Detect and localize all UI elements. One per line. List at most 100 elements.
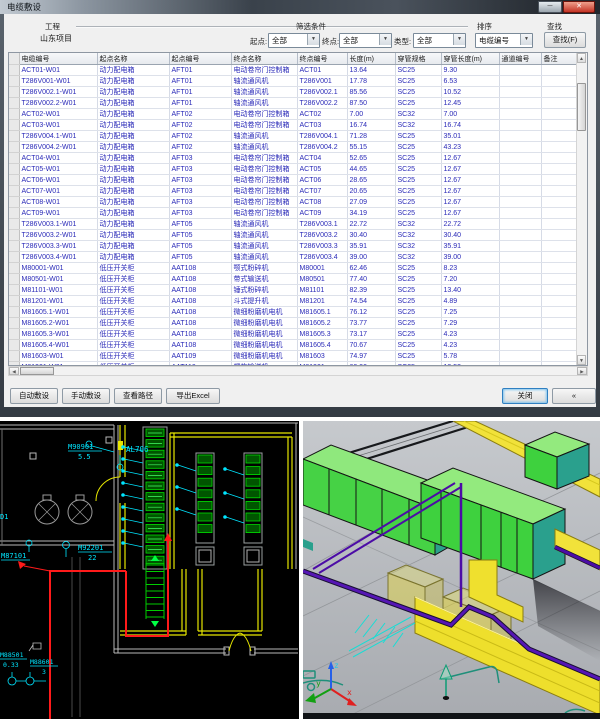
table-row[interactable]: M81605.3-W01 低压开关柜 AAT108 微细粉磨机电机 M81605…: [9, 329, 579, 340]
table-row[interactable]: ACT06-W01 动力配电箱 AFT03 电动卷帘门控制箱 ACT06 28.…: [9, 175, 579, 186]
table-row[interactable]: M81605.2-W01 低压开关柜 AAT108 微细粉磨机电机 M81605…: [9, 318, 579, 329]
row-selector[interactable]: [9, 252, 19, 263]
vertical-scroll-thumb[interactable]: [577, 83, 586, 131]
row-selector[interactable]: [9, 153, 19, 164]
row-selector[interactable]: [9, 296, 19, 307]
horizontal-scroll-thumb[interactable]: [20, 367, 54, 375]
row-selector[interactable]: [9, 318, 19, 329]
export-excel-button[interactable]: 导出Excel: [166, 388, 220, 404]
table-row[interactable]: T286V003.1-W01 动力配电箱 AFT05 轴流通风机 T286V00…: [9, 219, 579, 230]
table-row[interactable]: M80001-W01 低压开关柜 AAT108 颚式粉碎机 M80001 62.…: [9, 263, 579, 274]
column-header[interactable]: 通道编号: [499, 53, 541, 65]
column-header[interactable]: 电缆编号: [19, 53, 97, 65]
column-header[interactable]: 穿管长度(m): [441, 53, 499, 65]
column-header[interactable]: 穿管规格: [395, 53, 441, 65]
cell-channel: [499, 65, 541, 76]
table-row[interactable]: T286V003.4-W01 动力配电箱 AFT05 轴流通风机 T286V00…: [9, 252, 579, 263]
table-row[interactable]: T286V003.3-W01 动力配电箱 AFT05 轴流通风机 T286V00…: [9, 241, 579, 252]
table-row[interactable]: M81603-W01 低压开关柜 AAT109 微细粉磨机电机 M81603 7…: [9, 351, 579, 362]
table-row[interactable]: ACT02-W01 动力配电箱 AFT02 电动卷帘门控制箱 ACT02 7.0…: [9, 109, 579, 120]
plan-view-canvas[interactable]: M90901 5.5 AL706 M92201 22 M87101 D1 M88…: [0, 421, 299, 719]
row-selector[interactable]: [9, 351, 19, 362]
column-header[interactable]: 长度(m): [347, 53, 395, 65]
row-selector[interactable]: [9, 340, 19, 351]
table-row[interactable]: ACT04-W01 动力配电箱 AFT03 电动卷帘门控制箱 ACT04 52.…: [9, 153, 579, 164]
table-row[interactable]: M81605.1-W01 低压开关柜 AAT108 微细粉磨机电机 M81605…: [9, 307, 579, 318]
row-selector[interactable]: [9, 197, 19, 208]
close-button[interactable]: 关闭: [502, 388, 548, 404]
row-selector[interactable]: [9, 186, 19, 197]
cell-cable-no: ACT07-W01: [19, 186, 97, 197]
row-selector[interactable]: [9, 65, 19, 76]
row-selector[interactable]: [9, 175, 19, 186]
table-row[interactable]: M81605.4-W01 低压开关柜 AAT108 微细粉磨机电机 M81605…: [9, 340, 579, 351]
row-selector[interactable]: [9, 87, 19, 98]
row-selector[interactable]: [9, 120, 19, 131]
table-row[interactable]: ACT09-W01 动力配电箱 AFT03 电动卷帘门控制箱 ACT09 34.…: [9, 208, 579, 219]
sort-select[interactable]: 电缆编号 ▼: [475, 33, 533, 48]
view-path-button[interactable]: 查看路径: [114, 388, 162, 404]
scroll-right-icon[interactable]: ▶: [577, 367, 587, 375]
table-row[interactable]: T286V002.2-W01 动力配电箱 AFT01 轴流通风机 T286V00…: [9, 98, 579, 109]
row-selector[interactable]: [9, 307, 19, 318]
table-row[interactable]: T286V003.2-W01 动力配电箱 AFT05 轴流通风机 T286V00…: [9, 230, 579, 241]
table-row[interactable]: ACT08-W01 动力配电箱 AFT03 电动卷帘门控制箱 ACT08 27.…: [9, 197, 579, 208]
row-selector[interactable]: [9, 109, 19, 120]
row-selector[interactable]: [9, 219, 19, 230]
chevron-down-icon[interactable]: ▼: [453, 34, 465, 45]
vertical-scrollbar[interactable]: ▲ ▼: [576, 53, 587, 365]
row-selector[interactable]: [9, 329, 19, 340]
close-window-button[interactable]: ✕: [563, 1, 595, 13]
end-point-select[interactable]: 全部 ▼: [339, 33, 392, 48]
column-header[interactable]: 终点名称: [231, 53, 297, 65]
row-selector[interactable]: [9, 274, 19, 285]
select-all-corner[interactable]: [9, 53, 19, 65]
table-row[interactable]: T286V004.1-W01 动力配电箱 AFT02 轴流通风机 T286V00…: [9, 131, 579, 142]
column-header[interactable]: 起点编号: [169, 53, 231, 65]
manual-lay-button[interactable]: 手动敷设: [62, 388, 110, 404]
chevron-down-icon[interactable]: ▼: [307, 34, 319, 45]
table-row[interactable]: M81101-W01 低压开关柜 AAT108 锤式粉碎机 M81101 82.…: [9, 285, 579, 296]
table-row[interactable]: T286V002.1-W01 动力配电箱 AFT01 轴流通风机 T286V00…: [9, 87, 579, 98]
table-row[interactable]: ACT07-W01 动力配电箱 AFT03 电动卷帘门控制箱 ACT07 20.…: [9, 186, 579, 197]
collapse-button[interactable]: «: [552, 388, 596, 404]
horizontal-scrollbar[interactable]: ◀ ▶: [8, 366, 588, 376]
row-selector[interactable]: [9, 208, 19, 219]
row-selector[interactable]: [9, 285, 19, 296]
dialog-titlebar[interactable]: 电缆敷设 ─ ✕: [0, 0, 600, 14]
row-selector[interactable]: [9, 76, 19, 87]
auto-lay-button[interactable]: 自动敷设: [10, 388, 58, 404]
table-row[interactable]: M80501-W01 低压开关柜 AAT108 带式输送机 M80501 77.…: [9, 274, 579, 285]
cell-pipe-length: 12.45: [441, 98, 499, 109]
table-row[interactable]: M81201-W01 低压开关柜 AAT108 斗式提升机 M81201 74.…: [9, 296, 579, 307]
row-selector[interactable]: [9, 241, 19, 252]
cell-channel: [499, 131, 541, 142]
search-button[interactable]: 查找(F): [544, 32, 586, 48]
scroll-down-icon[interactable]: ▼: [577, 355, 586, 365]
start-point-select[interactable]: 全部 ▼: [268, 33, 320, 48]
iso-view-canvas[interactable]: z x y: [303, 421, 600, 719]
table-row[interactable]: T286V004.2-W01 动力配电箱 AFT02 轴流通风机 T286V00…: [9, 142, 579, 153]
type-select[interactable]: 全部 ▼: [413, 33, 466, 48]
row-selector[interactable]: [9, 131, 19, 142]
cell-start-code: AFT05: [169, 219, 231, 230]
row-selector[interactable]: [9, 164, 19, 175]
table-row[interactable]: ACT01-W01 动力配电箱 AFT01 电动卷帘门控制箱 ACT01 13.…: [9, 65, 579, 76]
chevron-down-icon[interactable]: ▼: [379, 34, 391, 45]
table-row[interactable]: ACT03-W01 动力配电箱 AFT02 电动卷帘门控制箱 ACT03 16.…: [9, 120, 579, 131]
table-row[interactable]: T286V001-W01 动力配电箱 AFT01 轴流通风机 T286V001 …: [9, 76, 579, 87]
row-selector[interactable]: [9, 142, 19, 153]
scroll-up-icon[interactable]: ▲: [577, 53, 586, 63]
cell-channel: [499, 285, 541, 296]
chevron-down-icon[interactable]: ▼: [520, 34, 532, 45]
column-header[interactable]: 备注: [541, 53, 579, 65]
cell-pipe-spec: SC25: [395, 153, 441, 164]
minimize-button[interactable]: ─: [538, 1, 562, 13]
table-row[interactable]: ACT05-W01 动力配电箱 AFT03 电动卷帘门控制箱 ACT05 44.…: [9, 164, 579, 175]
scroll-left-icon[interactable]: ◀: [9, 367, 19, 375]
row-selector[interactable]: [9, 230, 19, 241]
column-header[interactable]: 起点名称: [97, 53, 169, 65]
row-selector[interactable]: [9, 98, 19, 109]
row-selector[interactable]: [9, 263, 19, 274]
column-header[interactable]: 终点编号: [297, 53, 347, 65]
